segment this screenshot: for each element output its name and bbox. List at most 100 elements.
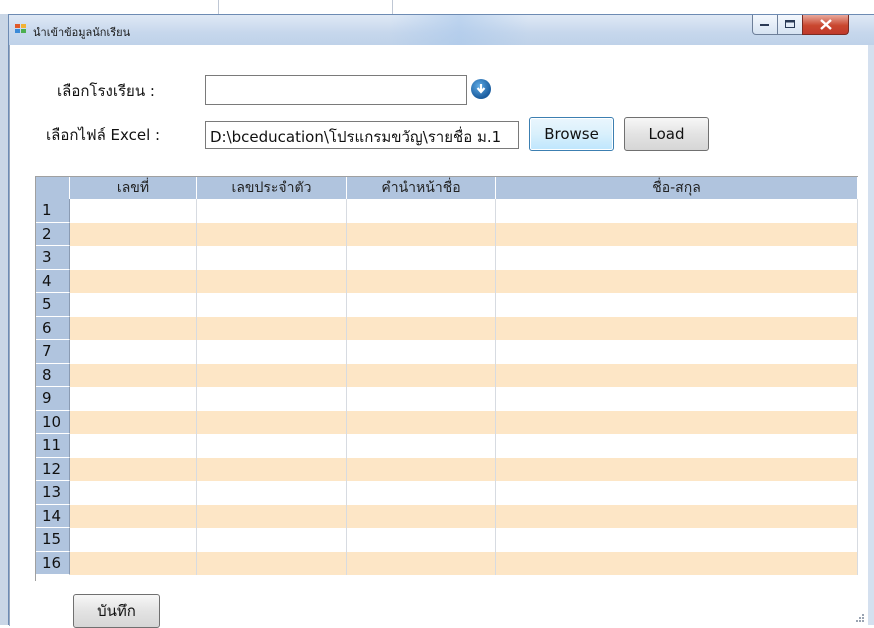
cell-student-id[interactable] [197,199,347,223]
cell-prefix[interactable] [347,410,496,434]
table-row[interactable]: 1 [36,199,858,223]
cell-fullname[interactable] [496,222,858,246]
table-row[interactable]: 7 [36,340,858,364]
app-icon[interactable] [15,24,27,35]
cell-number[interactable] [70,199,197,223]
cell-fullname[interactable] [496,434,858,458]
cell-fullname[interactable] [496,481,858,505]
cell-prefix[interactable] [347,434,496,458]
cell-student-id[interactable] [197,246,347,270]
table-row[interactable]: 11 [36,434,858,458]
excel-file-input[interactable]: D:\bceducation\โปรแกรมขวัญ\รายชื่อ ม.1 [205,121,519,149]
cell-student-id[interactable] [197,269,347,293]
table-row[interactable]: 9 [36,387,858,411]
table-row[interactable]: 4 [36,269,858,293]
row-header[interactable]: 7 [36,340,70,364]
row-header[interactable]: 11 [36,434,70,458]
cell-fullname[interactable] [496,316,858,340]
row-header[interactable]: 2 [36,222,70,246]
cell-fullname[interactable] [496,457,858,481]
table-row[interactable]: 15 [36,528,858,552]
cell-fullname[interactable] [496,246,858,270]
row-header[interactable]: 12 [36,457,70,481]
cell-student-id[interactable] [197,551,347,575]
cell-student-id[interactable] [197,222,347,246]
cell-fullname[interactable] [496,269,858,293]
cell-number[interactable] [70,269,197,293]
cell-fullname[interactable] [496,199,858,223]
cell-fullname[interactable] [496,340,858,364]
table-row[interactable]: 14 [36,504,858,528]
grid-corner-cell[interactable] [36,177,70,199]
cell-prefix[interactable] [347,457,496,481]
cell-fullname[interactable] [496,410,858,434]
students-grid[interactable]: เลขที่ เลขประจำตัว คำนำหน้าชื่อ ชื่อ-สกุ… [35,176,858,581]
table-row[interactable]: 3 [36,246,858,270]
cell-number[interactable] [70,457,197,481]
row-header[interactable]: 5 [36,293,70,317]
cell-prefix[interactable] [347,551,496,575]
row-header[interactable]: 13 [36,481,70,505]
load-button[interactable]: Load [624,117,709,151]
cell-prefix[interactable] [347,340,496,364]
table-row[interactable]: 2 [36,222,858,246]
cell-student-id[interactable] [197,434,347,458]
cell-number[interactable] [70,363,197,387]
cell-number[interactable] [70,528,197,552]
cell-number[interactable] [70,410,197,434]
cell-student-id[interactable] [197,457,347,481]
cell-number[interactable] [70,434,197,458]
table-row[interactable]: 6 [36,316,858,340]
column-header-student-id[interactable]: เลขประจำตัว [197,177,347,199]
cell-number[interactable] [70,340,197,364]
cell-student-id[interactable] [197,316,347,340]
row-header[interactable]: 15 [36,528,70,552]
cell-prefix[interactable] [347,316,496,340]
maximize-button[interactable] [777,15,803,35]
cell-number[interactable] [70,504,197,528]
column-header-fullname[interactable]: ชื่อ-สกุล [496,177,858,199]
cell-fullname[interactable] [496,363,858,387]
cell-student-id[interactable] [197,387,347,411]
cell-student-id[interactable] [197,528,347,552]
cell-student-id[interactable] [197,363,347,387]
table-row[interactable]: 8 [36,363,858,387]
cell-prefix[interactable] [347,504,496,528]
cell-number[interactable] [70,222,197,246]
cell-prefix[interactable] [347,246,496,270]
row-header[interactable]: 16 [36,551,70,575]
cell-prefix[interactable] [347,481,496,505]
cell-number[interactable] [70,293,197,317]
row-header[interactable]: 10 [36,410,70,434]
row-header[interactable]: 9 [36,387,70,411]
save-button[interactable]: บันทึก [73,594,160,628]
cell-fullname[interactable] [496,504,858,528]
cell-student-id[interactable] [197,340,347,364]
cell-prefix[interactable] [347,387,496,411]
cell-prefix[interactable] [347,363,496,387]
row-header[interactable]: 6 [36,316,70,340]
table-row[interactable]: 13 [36,481,858,505]
cell-number[interactable] [70,551,197,575]
close-button[interactable] [802,15,849,35]
cell-prefix[interactable] [347,222,496,246]
table-row[interactable]: 16 [36,551,858,575]
row-header[interactable]: 8 [36,363,70,387]
resize-grip-icon[interactable] [856,614,864,622]
cell-fullname[interactable] [496,387,858,411]
cell-fullname[interactable] [496,293,858,317]
cell-number[interactable] [70,316,197,340]
cell-number[interactable] [70,246,197,270]
cell-prefix[interactable] [347,293,496,317]
row-header[interactable]: 3 [36,246,70,270]
cell-fullname[interactable] [496,528,858,552]
column-header-prefix[interactable]: คำนำหน้าชื่อ [347,177,496,199]
browse-button[interactable]: Browse [529,117,614,151]
title-bar[interactable]: นำเข้าข้อมูลนักเรียน [9,15,874,45]
row-header[interactable]: 1 [36,199,70,223]
row-header[interactable]: 4 [36,269,70,293]
cell-prefix[interactable] [347,269,496,293]
cell-prefix[interactable] [347,528,496,552]
table-row[interactable]: 10 [36,410,858,434]
circle-down-arrow-icon[interactable] [471,79,491,99]
